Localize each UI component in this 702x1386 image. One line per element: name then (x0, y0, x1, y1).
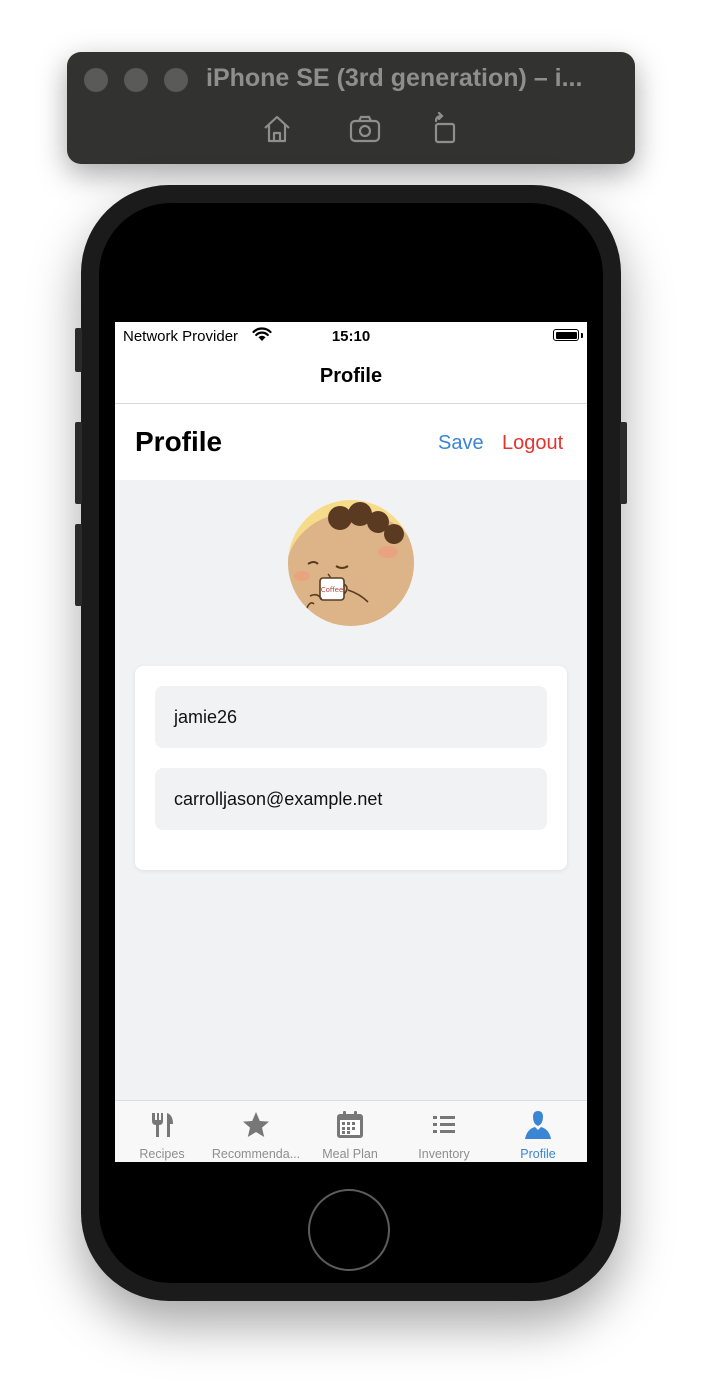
profile-header: Profile Save Logout (115, 404, 587, 480)
person-icon (525, 1111, 551, 1139)
username-field[interactable]: jamie26 (155, 686, 547, 748)
avatar-mug-text: Coffee (321, 586, 344, 594)
mute-switch (75, 328, 82, 372)
simulator-title: iPhone SE (3rd generation) – i... (206, 64, 583, 92)
email-field[interactable]: carrolljason@example.net (155, 768, 547, 830)
app-screen: Network Provider 15:10 Profile Profile S… (115, 322, 587, 1162)
logout-button[interactable]: Logout (502, 432, 563, 455)
volume-up-button (75, 422, 82, 504)
calendar-icon (337, 1111, 363, 1138)
window-zoom-button[interactable] (164, 68, 188, 92)
page-title: Profile (135, 426, 223, 457)
tab-label: Profile (520, 1147, 556, 1161)
avatar[interactable]: Coffee (288, 500, 414, 626)
tab-inventory[interactable]: Inventory (397, 1101, 491, 1162)
window-minimize-button[interactable] (124, 68, 148, 92)
tab-bar: Recipes Recommenda... Meal Plan Inventor… (115, 1100, 587, 1162)
navigation-bar: Profile (115, 350, 587, 404)
rotate-icon[interactable] (428, 112, 462, 146)
tab-meal-plan[interactable]: Meal Plan (303, 1101, 397, 1162)
tab-label: Meal Plan (322, 1147, 378, 1161)
battery-cap (581, 333, 583, 338)
list-icon (433, 1116, 455, 1133)
tab-recipes[interactable]: Recipes (115, 1101, 209, 1162)
tab-label: Inventory (418, 1147, 470, 1161)
nav-title: Profile (319, 365, 383, 387)
power-button (620, 422, 627, 504)
save-button[interactable]: Save (438, 432, 484, 455)
star-icon (243, 1112, 269, 1137)
home-icon[interactable] (260, 112, 294, 146)
battery-icon (553, 329, 579, 341)
status-time: 15:10 (331, 328, 371, 345)
status-bar: Network Provider 15:10 (115, 322, 587, 350)
home-button[interactable] (308, 1189, 390, 1271)
tab-recommendations[interactable]: Recommenda... (209, 1101, 303, 1162)
window-close-button[interactable] (84, 68, 108, 92)
tab-profile[interactable]: Profile (491, 1101, 585, 1162)
screenshot-icon[interactable] (348, 112, 382, 146)
avatar-illustration: Coffee (288, 500, 414, 626)
fork-knife-icon (152, 1113, 173, 1137)
tab-label: Recommenda... (211, 1147, 301, 1161)
tab-label: Recipes (139, 1147, 185, 1161)
profile-card: jamie26 carrolljason@example.net (135, 666, 567, 870)
volume-down-button (75, 524, 82, 606)
